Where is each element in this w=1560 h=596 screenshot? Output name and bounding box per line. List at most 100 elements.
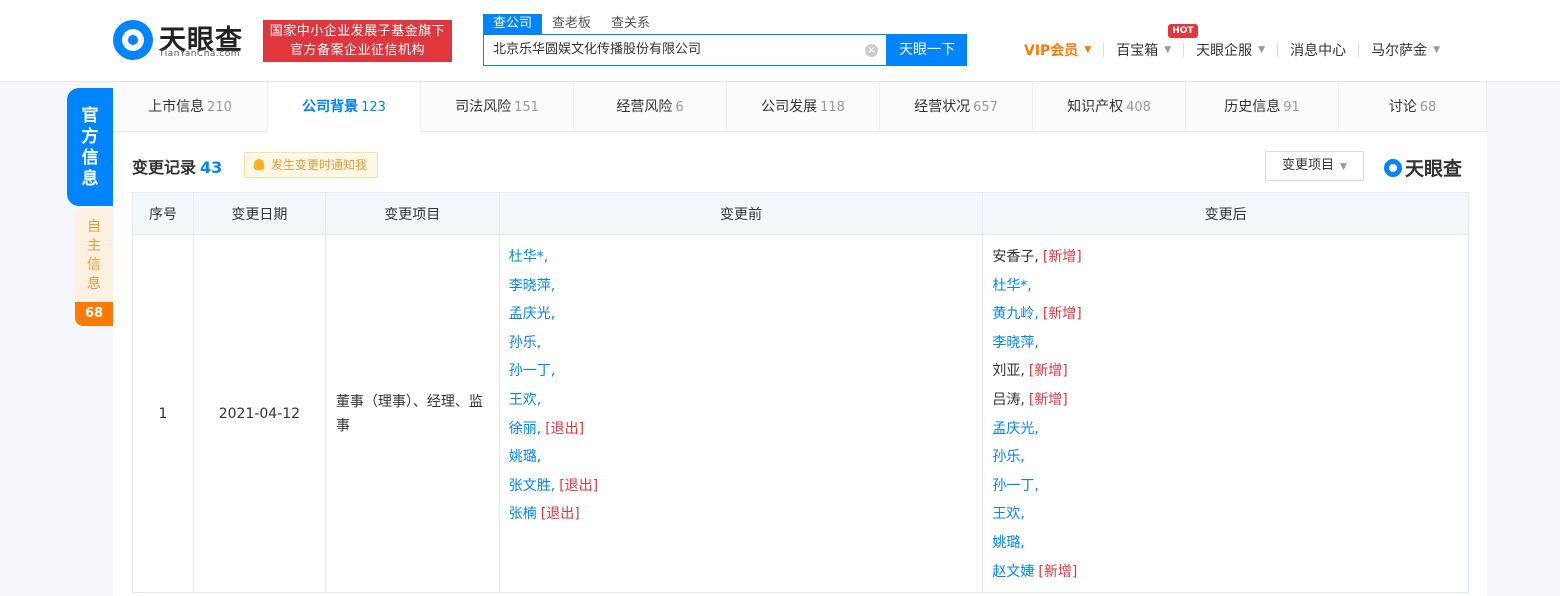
person-link[interactable]: 王欢, [992,506,1024,522]
search-type-tabs: 查公司 查老板 查关系 [483,14,660,34]
list-item: 孙乐, [992,443,1459,472]
enterprise-service-menu[interactable]: 天眼企服 ▼ [1196,40,1265,60]
person-link[interactable]: 王欢, [509,392,541,408]
change-tag: [新增] [1042,306,1082,323]
notify-on-change-button[interactable]: 发生变更时通知我 [244,152,379,178]
person-link[interactable]: 杜华*, [509,249,548,265]
list-item: 张楠 [退出] [509,500,974,529]
clear-icon[interactable]: × [865,44,878,57]
logo-eye-icon [1384,158,1402,177]
search-tab-company[interactable]: 查公司 [483,14,543,34]
person-link[interactable]: 黄九岭, [992,306,1038,322]
table-row: 1 2021-04-12 董事（理事）、经理、监事 杜华*, 李晓萍, 孟庆光, 孙乐… [132,233,1469,594]
person-link[interactable]: 李晓萍, [509,278,555,294]
person-link[interactable]: 张文胜, [509,478,555,494]
list-item: 孙乐, [509,329,974,358]
person-link[interactable]: 李晓萍, [992,335,1038,351]
tab-7[interactable]: 历史信息 91 [1186,82,1339,132]
person-link[interactable]: 姚璐, [509,449,541,465]
side-tab-official-info[interactable]: 官方信息 [67,88,113,206]
list-item: 黄九岭, [新增] [992,300,1459,329]
tab-count: 408 [1126,100,1151,115]
list-item: 杜华*, [992,272,1459,301]
change-tag: [退出] [559,477,599,494]
toolbox-menu[interactable]: 百宝箱 ▼ HOT [1116,24,1198,60]
top-nav: VIP会员 ▼ 百宝箱 ▼ HOT 天眼企服 ▼ 消息中心 马尔萨金 ▼ [1024,24,1440,62]
hot-badge: HOT [1168,24,1198,38]
row-index: 1 [132,233,194,594]
col-header-item: 变更项目 [324,192,500,235]
message-center-link[interactable]: 消息中心 [1290,40,1346,60]
person-link[interactable]: 赵文婕 [992,564,1034,580]
tab-3[interactable]: 经营风险 6 [574,82,727,132]
col-header-date: 变更日期 [192,192,326,235]
tab-2[interactable]: 司法风险 151 [421,82,574,132]
search-input-value: 北京乐华圆娱文化传播股份有限公司 [493,42,702,57]
row-date: 2021-04-12 [192,233,326,594]
list-item: 姚璐, [509,443,974,472]
tab-count: 123 [361,100,386,115]
search-tab-relation[interactable]: 查关系 [601,14,660,34]
col-header-after: 变更后 [982,192,1469,235]
tianyancha-watermark: 天眼查 [1384,154,1462,181]
list-item: 王欢, [509,386,974,415]
side-tab-self-label: 自主信息 [87,219,101,292]
person-name: 安香子, [992,249,1039,265]
official-badge: 国家中小企业发展子基金旗下 官方备案企业征信机构 [263,20,452,62]
list-item: 孙一丁, [509,357,974,386]
person-link[interactable]: 杜华*, [992,278,1031,294]
caret-down-icon: ▼ [1340,162,1347,172]
toolbox-label: 百宝箱 [1116,43,1159,59]
notify-label: 发生变更时通知我 [271,158,368,172]
tab-0[interactable]: 上市信息 210 [113,82,268,132]
tab-5[interactable]: 经营状况 657 [880,82,1033,132]
list-item: 孙一丁, [992,472,1459,501]
person-link[interactable]: 徐丽, [509,421,541,437]
change-tag: [新增] [1042,249,1082,265]
tab-6[interactable]: 知识产权 408 [1033,82,1186,132]
list-item: 吕涛, [新增] [992,386,1459,415]
tab-count: 68 [1419,100,1437,115]
list-item: 张文胜, [退出] [509,472,974,501]
person-link[interactable]: 孟庆光, [992,421,1038,437]
logo-eye-icon [113,20,153,60]
tab-8[interactable]: 讨论 68 [1339,82,1487,132]
list-item: 徐丽, [退出] [509,415,974,444]
person-link[interactable]: 张楠 [509,506,537,522]
tab-count: 210 [207,100,232,115]
change-item-filter-dropdown[interactable]: 变更项目 ▼ [1265,151,1364,181]
search-input[interactable]: 北京乐华圆娱文化传播股份有限公司 × [483,34,887,66]
badge-line-2: 官方备案企业征信机构 [289,43,425,58]
list-item: 刘亚, [新增] [992,357,1459,386]
person-link[interactable]: 孙乐, [509,335,541,351]
site-logo[interactable]: 天眼查 TianYanCha.com [113,18,253,64]
search-tab-boss[interactable]: 查老板 [542,14,601,34]
tab-1[interactable]: 公司背景 123 [268,82,421,132]
tab-4[interactable]: 公司发展 118 [727,82,880,132]
vip-label: VIP会员 [1024,43,1079,59]
change-tag: [新增] [1028,363,1068,380]
person-link[interactable]: 孟庆光, [509,306,555,322]
person-name: 刘亚, [992,363,1025,380]
person-link[interactable]: 姚璐, [992,535,1024,551]
user-name: 马尔萨金 [1371,43,1428,59]
person-link[interactable]: 孙乐, [992,449,1024,465]
list-item: 赵文婕 [新增] [992,558,1459,587]
category-tabs: 上市信息 210 公司背景 123 司法风险 151 经营风险 6 公司发展 118 经营状况 657… [113,82,1487,132]
tab-label: 上市信息 [148,99,205,115]
search-button[interactable]: 天眼一下 [887,34,967,66]
row-after-list: 安香子, [新增] 杜华*, 黄九岭, [新增] 李晓萍, 刘亚, [新增] 吕涛, [新增] 孟庆… [982,233,1469,594]
bell-icon [254,159,264,170]
col-header-index: 序号 [132,192,194,235]
table-header-row: 序号 变更日期 变更项目 变更前 变更后 [132,192,1469,235]
person-link[interactable]: 孙一丁, [509,363,555,379]
list-item: 李晓萍, [992,329,1459,358]
list-item: 王欢, [992,500,1459,529]
tab-label: 司法风险 [455,99,512,115]
user-menu[interactable]: 马尔萨金 ▼ [1371,40,1440,60]
vip-menu[interactable]: VIP会员 ▼ [1024,40,1091,60]
person-link[interactable]: 孙一丁, [992,478,1038,494]
caret-down-icon: ▼ [1433,45,1440,55]
side-tab-official-label: 官方信息 [81,106,99,189]
person-name: 吕涛, [992,391,1025,408]
